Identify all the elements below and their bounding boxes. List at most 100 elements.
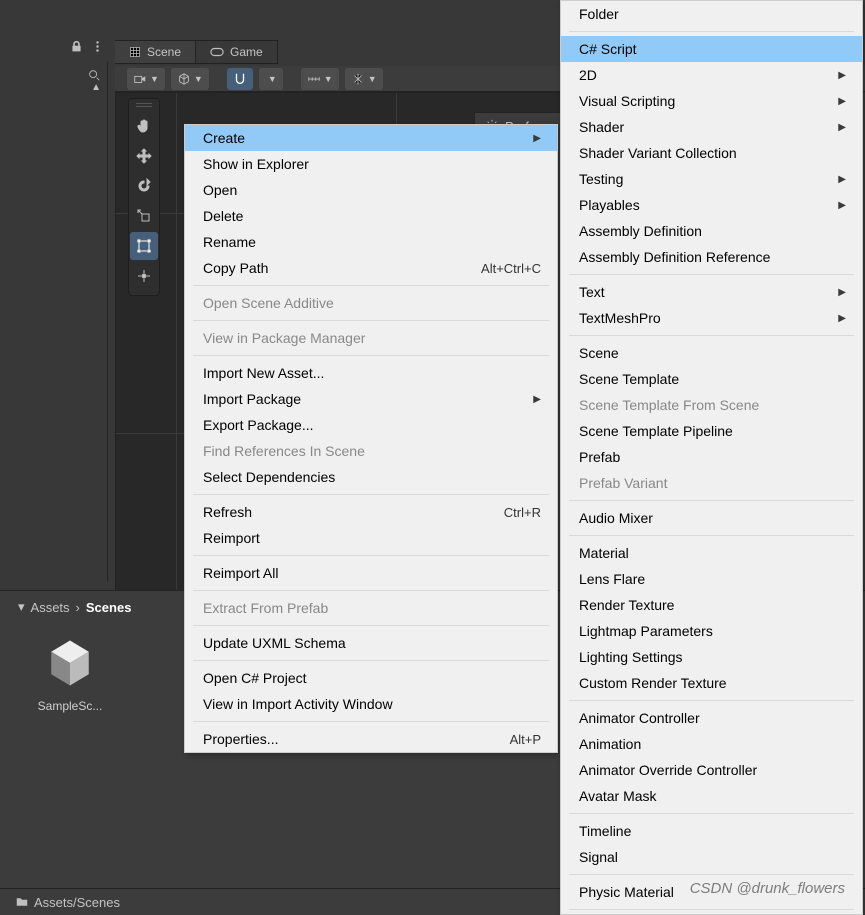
menu-item[interactable]: Lens Flare [561, 566, 862, 592]
grid-icon [129, 46, 141, 58]
lock-icon[interactable] [70, 40, 83, 56]
menu-item-label: Refresh [203, 504, 252, 520]
menu-item[interactable]: Avatar Mask [561, 783, 862, 809]
menu-item[interactable]: Animation [561, 731, 862, 757]
menu-item[interactable]: Scene Template Pipeline [561, 418, 862, 444]
chevron-right-icon: ▶ [838, 122, 846, 133]
menu-item[interactable]: Render Texture [561, 592, 862, 618]
menu-separator [569, 874, 854, 875]
menu-item-label: Show in Explorer [203, 156, 309, 172]
menu-item[interactable]: Scene Template [561, 366, 862, 392]
collapse-icon[interactable]: ▲ [91, 82, 101, 93]
menu-item[interactable]: Open [185, 177, 557, 203]
menu-item[interactable]: Export Package... [185, 412, 557, 438]
menu-item[interactable]: Custom Render Texture [561, 670, 862, 696]
tool-scale[interactable] [130, 202, 158, 230]
menu-item[interactable]: Reimport All [185, 560, 557, 586]
menu-item[interactable]: Update UXML Schema [185, 630, 557, 656]
menu-item[interactable]: Shader▶ [561, 114, 862, 140]
menu-item[interactable]: Signal [561, 844, 862, 870]
tab-game-label: Game [230, 45, 263, 59]
breadcrumb-current[interactable]: Scenes [86, 600, 132, 615]
menu-item: Find References In Scene [185, 438, 557, 464]
game-icon [210, 46, 224, 58]
menu-item[interactable]: Text▶ [561, 279, 862, 305]
menu-item[interactable]: Material [561, 540, 862, 566]
menu-item[interactable]: Properties...Alt+P [185, 726, 557, 752]
menu-item[interactable]: Folder [561, 1, 862, 27]
menu-item[interactable]: Import Package▶ [185, 386, 557, 412]
tool-transform[interactable] [130, 262, 158, 290]
menu-item[interactable]: Prefab [561, 444, 862, 470]
menu-item[interactable]: Animator Override Controller [561, 757, 862, 783]
menu-item[interactable]: Audio Mixer [561, 505, 862, 531]
menu-separator [569, 700, 854, 701]
menu-item[interactable]: Delete [185, 203, 557, 229]
menu-item[interactable]: Lightmap Parameters [561, 618, 862, 644]
tool-increment[interactable]: ▼ [301, 68, 339, 90]
menu-item[interactable]: Shader Variant Collection [561, 140, 862, 166]
menu-item[interactable]: Scene [561, 340, 862, 366]
menu-item[interactable]: Import New Asset... [185, 360, 557, 386]
menu-item[interactable]: Create▶ [185, 125, 557, 151]
menu-item[interactable]: Timeline [561, 818, 862, 844]
tool-move[interactable] [130, 142, 158, 170]
menu-item[interactable]: 2D▶ [561, 62, 862, 88]
tool-camera[interactable]: ▼ [127, 68, 165, 90]
menu-item[interactable]: Reimport [185, 525, 557, 551]
menu-item-label: Import New Asset... [203, 365, 324, 381]
menu-item-label: Timeline [579, 823, 631, 839]
tab-scene[interactable]: Scene [115, 41, 196, 63]
menu-item[interactable]: Playables▶ [561, 192, 862, 218]
menu-item[interactable]: Copy PathAlt+Ctrl+C [185, 255, 557, 281]
chevron-right-icon: ▶ [838, 96, 846, 107]
menu-item: Scene Template From Scene [561, 392, 862, 418]
menu-item[interactable]: Assembly Definition [561, 218, 862, 244]
menu-item[interactable]: Testing▶ [561, 166, 862, 192]
menu-item[interactable]: RefreshCtrl+R [185, 499, 557, 525]
menu-separator [569, 909, 854, 910]
menu-item[interactable]: C# Script [561, 36, 862, 62]
menu-item[interactable]: Select Dependencies [185, 464, 557, 490]
tab-game[interactable]: Game [196, 41, 278, 63]
menu-separator [569, 335, 854, 336]
search-icon[interactable] [87, 68, 101, 82]
asset-item[interactable]: SampleSc... [30, 631, 110, 713]
tool-shading[interactable]: ▼ [171, 68, 209, 90]
kebab-icon[interactable] [91, 40, 104, 56]
menu-item[interactable]: View in Import Activity Window [185, 691, 557, 717]
grip-icon[interactable] [136, 103, 152, 107]
menu-item[interactable]: Lighting Settings [561, 644, 862, 670]
context-menu-create[interactable]: FolderC# Script2D▶Visual Scripting▶Shade… [560, 0, 863, 915]
menu-item[interactable]: Assembly Definition Reference [561, 244, 862, 270]
context-menu-assets[interactable]: Create▶ Show in Explorer OpenDeleteRenameC… [184, 124, 558, 753]
menu-item: Open Scene Additive [185, 290, 557, 316]
menu-item-label: Properties... [203, 731, 278, 747]
menu-item[interactable]: TextMeshPro▶ [561, 305, 862, 331]
menu-separator [193, 355, 549, 356]
breadcrumb-root[interactable]: Assets [31, 600, 70, 615]
chevron-down-icon: ▼ [150, 74, 159, 84]
menu-item-label: 2D [579, 67, 597, 83]
menu-item-label: Lightmap Parameters [579, 623, 713, 639]
menu-item[interactable]: Visual Scripting▶ [561, 88, 862, 114]
breadcrumb[interactable]: ▾ Assets › Scenes [18, 599, 131, 615]
menu-item[interactable]: Show in Explorer [185, 151, 557, 177]
menu-item-label: Open Scene Additive [203, 295, 334, 311]
collapse-icon[interactable]: ▾ [18, 599, 25, 615]
asset-label: SampleSc... [38, 699, 103, 713]
menu-item[interactable]: Open C# Project [185, 665, 557, 691]
tool-snap-dd[interactable]: ▼ [259, 68, 283, 90]
chevron-down-icon: ▼ [194, 74, 203, 84]
menu-item[interactable]: Animator Controller [561, 705, 862, 731]
separator: › [76, 600, 80, 615]
tool-rotate[interactable] [130, 172, 158, 200]
menu-item-label: Lens Flare [579, 571, 645, 587]
menu-item-label: View in Import Activity Window [203, 696, 393, 712]
menu-item[interactable]: Physic Material [561, 879, 862, 905]
menu-item[interactable]: Rename [185, 229, 557, 255]
tool-rect[interactable] [130, 232, 158, 260]
tool-hand[interactable] [130, 112, 158, 140]
tool-grid[interactable] [227, 68, 253, 90]
tool-gizmo[interactable]: ▼ [345, 68, 383, 90]
